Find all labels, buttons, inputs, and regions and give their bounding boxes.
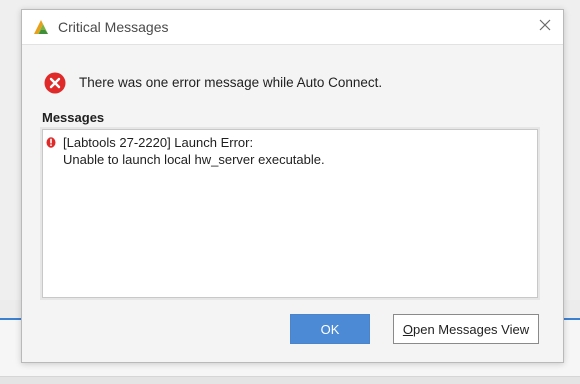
ok-button-label: OK [320, 321, 340, 337]
close-button[interactable] [533, 15, 557, 39]
critical-messages-dialog: Critical Messages There was one error me… [21, 9, 564, 363]
message-detail-text: Unable to launch local hw_server executa… [63, 152, 325, 167]
dialog-title: Critical Messages [58, 19, 169, 35]
button-mnemonic: O [402, 321, 413, 337]
open-messages-view-label: pen Messages View [413, 321, 530, 337]
close-icon [539, 18, 551, 36]
vivado-logo-icon [32, 18, 50, 36]
error-summary-text: There was one error message while Auto C… [79, 75, 383, 90]
message-text: [Labtools 27-2220] Launch Error: [63, 135, 254, 150]
error-icon [44, 72, 66, 94]
messages-heading: Messages [42, 110, 105, 125]
critical-warning-icon [46, 135, 56, 148]
open-messages-view-button[interactable]: Open Messages View [393, 314, 539, 344]
dialog-titlebar: Critical Messages [22, 10, 563, 45]
messages-list[interactable]: [Labtools 27-2220] Launch Error: Unable … [40, 127, 540, 300]
ok-button[interactable]: OK [290, 314, 370, 344]
